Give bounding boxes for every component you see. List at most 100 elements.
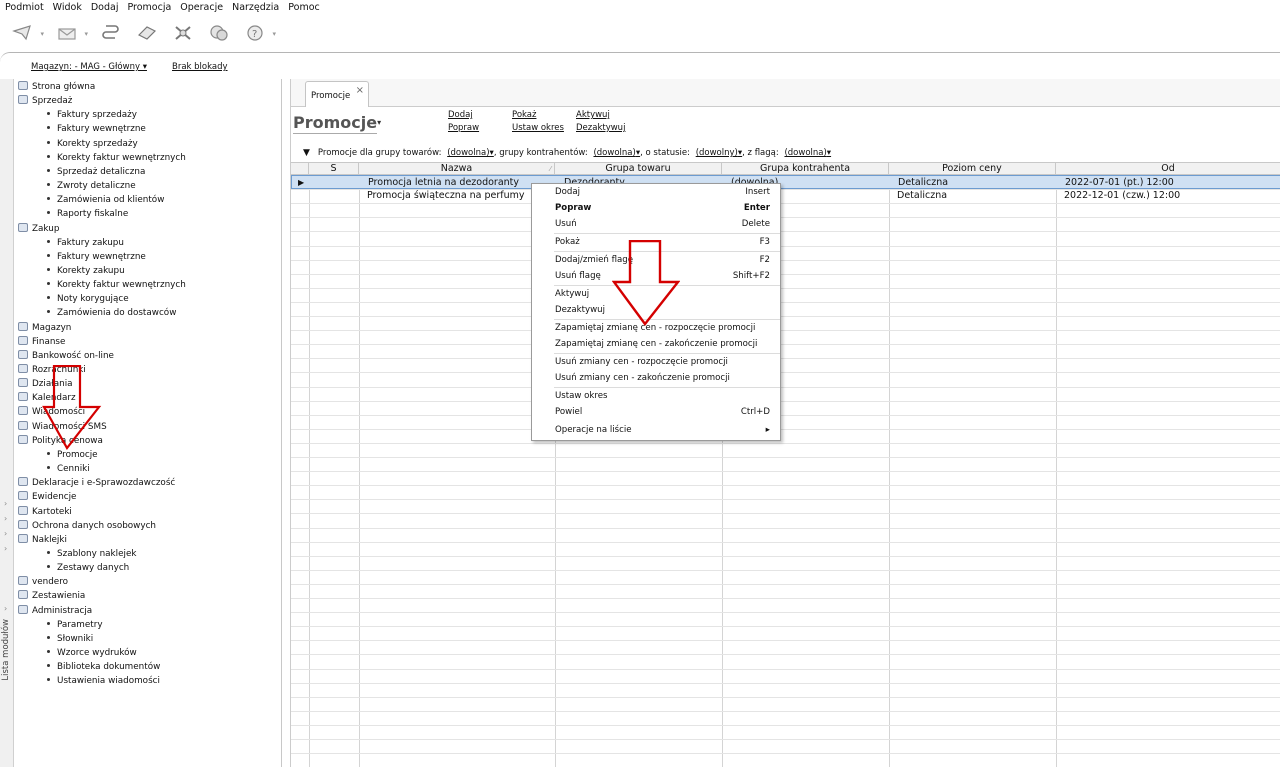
col-grupa-kontrahenta[interactable]: Grupa kontrahenta bbox=[722, 163, 889, 175]
chevron-right-icon[interactable]: › bbox=[4, 619, 7, 628]
bullet-icon bbox=[47, 183, 50, 187]
bullet-icon bbox=[47, 621, 50, 625]
sidebar-item[interactable]: Bankowość on-line bbox=[18, 349, 114, 363]
sidebar-item[interactable]: Zamówienia od klientów bbox=[47, 193, 164, 207]
grid-row-line bbox=[291, 739, 1280, 740]
sidebar-item[interactable]: Faktury zakupu bbox=[47, 236, 124, 250]
filter-product-group[interactable]: (dowolna)▾ bbox=[447, 148, 494, 158]
warehouse-selector[interactable]: Magazyn: - MAG - Główny ▾ bbox=[31, 62, 147, 72]
col-poziom-ceny[interactable]: Poziom ceny bbox=[889, 163, 1056, 175]
sidebar-item[interactable]: Faktury wewnętrzne bbox=[47, 250, 146, 264]
sidebar-item[interactable]: Zakup bbox=[18, 222, 59, 236]
sidebar-item[interactable]: Zwroty detaliczne bbox=[47, 179, 136, 193]
tools-icon[interactable] bbox=[170, 21, 196, 45]
lock-status-link[interactable]: Brak blokady bbox=[172, 62, 228, 72]
sidebar-item[interactable]: Ochrona danych osobowych bbox=[18, 519, 156, 533]
cell-s bbox=[318, 176, 358, 190]
sidebar-item[interactable]: Parametry bbox=[47, 618, 103, 632]
menu-item-label: Dezaktywuj bbox=[555, 305, 605, 315]
close-icon[interactable]: × bbox=[356, 85, 364, 96]
chevron-right-icon[interactable]: › bbox=[4, 544, 7, 553]
sidebar-item[interactable]: Strona główna bbox=[18, 80, 95, 94]
action-aktywuj[interactable]: Aktywuj bbox=[576, 110, 610, 120]
tab-promocje[interactable]: Promocje × bbox=[305, 81, 369, 107]
scroll-icon[interactable] bbox=[98, 21, 124, 45]
sidebar-item[interactable]: vendero bbox=[18, 575, 68, 589]
sidebar-item[interactable]: Ewidencje bbox=[18, 490, 76, 504]
filter-toggle-icon[interactable]: ▼ bbox=[303, 148, 310, 158]
module-icon bbox=[18, 434, 28, 444]
action-pokaz[interactable]: Pokaż bbox=[512, 110, 536, 120]
sidebar-item[interactable]: Faktury sprzedaży bbox=[47, 108, 137, 122]
context-menu-item[interactable]: Usuń zmiany cen - rozpoczęcie promocji bbox=[532, 355, 780, 370]
sidebar-item[interactable]: Zestawienia bbox=[18, 589, 85, 603]
action-dodaj[interactable]: Dodaj bbox=[448, 110, 473, 120]
menu-promocja[interactable]: Promocja bbox=[127, 2, 171, 13]
chevron-right-icon[interactable]: › bbox=[4, 604, 7, 613]
sidebar-item[interactable]: Wzorce wydruków bbox=[47, 646, 137, 660]
filter-status[interactable]: (dowolny)▾ bbox=[696, 148, 742, 158]
payments-icon[interactable] bbox=[206, 21, 232, 45]
context-menu-item[interactable]: Popraw Enter bbox=[532, 201, 780, 216]
context-menu-item[interactable]: Ustaw okres bbox=[532, 389, 780, 404]
action-dezaktywuj[interactable]: Dezaktywuj bbox=[576, 123, 625, 133]
modules-strip[interactable]: › › › › Lista modułów › › › bbox=[0, 79, 14, 767]
chevron-right-icon[interactable]: › bbox=[4, 634, 7, 643]
sidebar-item[interactable]: Korekty faktur wewnętrznych bbox=[47, 151, 186, 165]
menu-operacje[interactable]: Operacje bbox=[180, 2, 223, 13]
sidebar-item[interactable]: Cenniki bbox=[47, 462, 90, 476]
col-nazwa[interactable]: Nazwa ⁄ bbox=[359, 163, 555, 175]
action-popraw[interactable]: Popraw bbox=[448, 123, 479, 133]
sidebar-item[interactable]: Sprzedaż detaliczna bbox=[47, 165, 145, 179]
sidebar-item[interactable]: Korekty sprzedaży bbox=[47, 137, 138, 151]
menu-podmiot[interactable]: Podmiot bbox=[5, 2, 44, 13]
sidebar-item[interactable]: Naklejki bbox=[18, 533, 67, 547]
chevron-right-icon[interactable]: › bbox=[4, 499, 7, 508]
col-grupa-towaru[interactable]: Grupa towaru bbox=[555, 163, 722, 175]
sidebar-item[interactable]: Korekty faktur wewnętrznych bbox=[47, 278, 186, 292]
sidebar-item[interactable]: Ustawienia wiadomości bbox=[47, 674, 160, 688]
sidebar-item[interactable]: Biblioteka dokumentów bbox=[47, 660, 160, 674]
filter-flag[interactable]: (dowolna)▾ bbox=[784, 148, 831, 158]
eraser-icon[interactable] bbox=[134, 21, 160, 45]
filter-contractor-group[interactable]: (dowolna)▾ bbox=[593, 148, 640, 158]
mail-receive-icon[interactable]: ▾ bbox=[54, 21, 88, 45]
table-row[interactable]: Promocja świąteczna na perfumy Detaliczna… bbox=[291, 189, 1280, 203]
menu-dodaj[interactable]: Dodaj bbox=[91, 2, 119, 13]
sidebar-item[interactable]: Finanse bbox=[18, 335, 65, 349]
sidebar-item[interactable]: Szablony naklejek bbox=[47, 547, 136, 561]
sidebar-item[interactable]: Kartoteki bbox=[18, 505, 72, 519]
sidebar-item[interactable]: Deklaracje i e-Sprawozdawczość bbox=[18, 476, 175, 490]
sidebar-item[interactable]: Raporty fiskalne bbox=[47, 207, 128, 221]
context-menu-item[interactable]: Dodaj Insert bbox=[532, 185, 780, 200]
module-icon bbox=[18, 406, 28, 416]
table-row[interactable]: ▶Promocja letnia na dezodorantyDezodoran… bbox=[291, 175, 1280, 189]
action-ustaw-okres[interactable]: Ustaw okres bbox=[512, 123, 564, 133]
sidebar-item[interactable]: Faktury wewnętrzne bbox=[47, 122, 146, 136]
col-s[interactable]: S bbox=[309, 163, 359, 175]
mail-send-icon[interactable]: ▾ bbox=[10, 21, 44, 45]
grid-row-line bbox=[291, 569, 1280, 571]
chevron-right-icon[interactable]: › bbox=[4, 529, 7, 538]
grid-row-line bbox=[291, 710, 1280, 712]
menu-widok[interactable]: Widok bbox=[53, 2, 82, 13]
sidebar-item[interactable]: Magazyn bbox=[18, 321, 71, 335]
context-menu-item[interactable]: Powiel Ctrl+D bbox=[532, 405, 780, 420]
sidebar-item[interactable]: Administracja bbox=[18, 604, 92, 618]
sidebar-item[interactable]: Słowniki bbox=[47, 632, 93, 646]
context-menu-item[interactable]: Usuń Delete bbox=[532, 217, 780, 232]
sidebar-item[interactable]: Korekty zakupu bbox=[47, 264, 125, 278]
page-title[interactable]: Promocje▾ bbox=[293, 113, 381, 132]
menu-narzedzia[interactable]: Narzędzia bbox=[232, 2, 279, 13]
context-menu-item[interactable]: Usuń zmiany cen - zakończenie promocji bbox=[532, 371, 780, 386]
sidebar-item[interactable]: Sprzedaż bbox=[18, 94, 72, 108]
context-menu-item[interactable]: Operacje na liście ▸ bbox=[532, 423, 780, 438]
sidebar-item[interactable]: Zamówienia do dostawców bbox=[47, 306, 176, 320]
context-menu-item[interactable]: Zapamiętaj zmianę cen - zakończenie prom… bbox=[532, 337, 780, 352]
menu-pomoc[interactable]: Pomoc bbox=[288, 2, 320, 13]
sidebar-item[interactable]: Noty korygujące bbox=[47, 292, 129, 306]
sidebar-item[interactable]: Zestawy danych bbox=[47, 561, 129, 575]
col-od[interactable]: Od bbox=[1056, 163, 1280, 175]
help-icon[interactable]: ? ▾ bbox=[242, 21, 276, 45]
chevron-right-icon[interactable]: › bbox=[4, 514, 7, 523]
